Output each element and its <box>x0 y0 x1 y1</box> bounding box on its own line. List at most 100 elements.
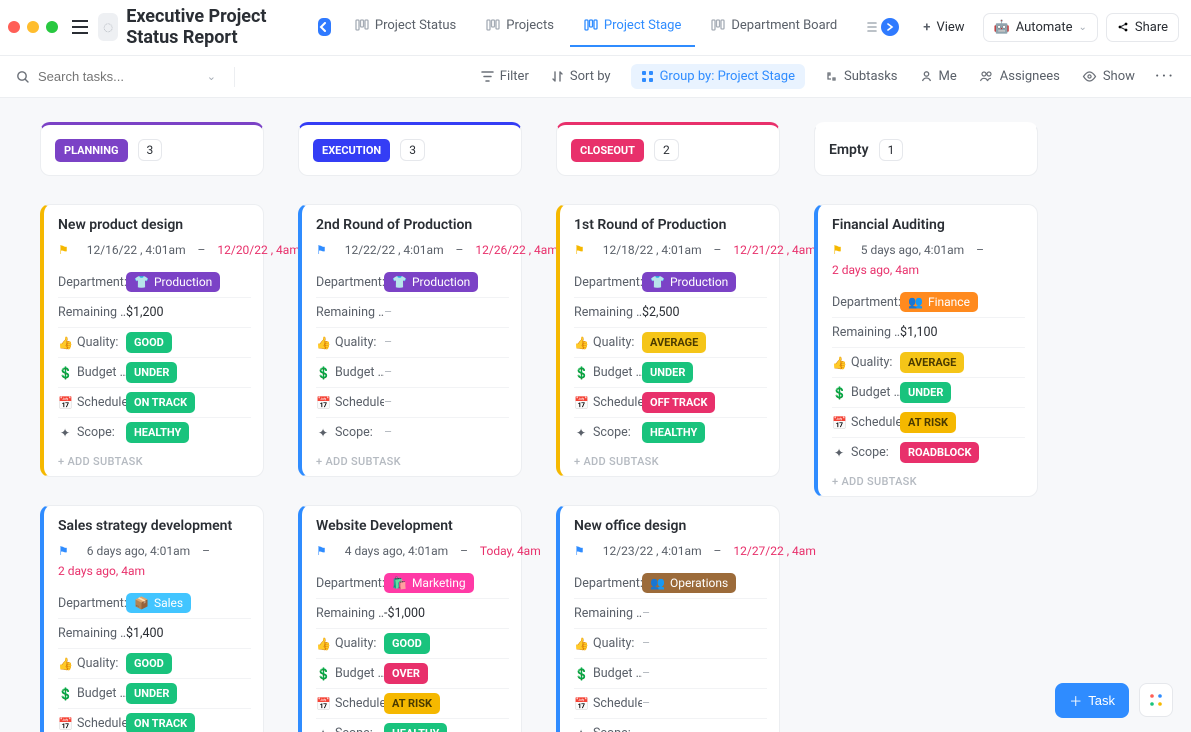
search-input[interactable] <box>38 69 168 84</box>
column-count: 1 <box>879 139 904 161</box>
sort-button[interactable]: Sort by <box>549 65 613 88</box>
window-controls <box>8 21 58 33</box>
field-label: ✦Scope: <box>316 425 384 440</box>
more-icon[interactable]: ··· <box>1155 66 1175 87</box>
task-card[interactable]: Website Development⚑ 4 days ago, 4:01am … <box>298 505 522 732</box>
card-dates: ⚑ 12/16/22 , 4:01am – 12/20/22 , 4am <box>58 243 251 257</box>
add-subtask-button[interactable]: + ADD SUBTASK <box>574 447 767 468</box>
group-by-button[interactable]: Group by: Project Stage <box>631 64 805 89</box>
view-tab-projects[interactable]: Projects <box>472 8 568 47</box>
field-icon: 💲 <box>316 667 330 681</box>
task-card[interactable]: Sales strategy development⚑ 6 days ago, … <box>40 505 264 732</box>
floating-actions: ＋ Task <box>1055 683 1173 718</box>
field-label: 📅Schedule: <box>58 395 126 410</box>
status-badge: UNDER <box>900 382 951 403</box>
field-label: Remaining … <box>574 305 642 320</box>
field-row: ✦Scope:– <box>574 718 767 732</box>
menu-icon[interactable] <box>70 13 90 41</box>
subtask-icon <box>825 70 838 83</box>
dept-emoji-icon: 🛍️ <box>392 576 407 590</box>
field-row: Department:👥Finance <box>832 287 1025 317</box>
status-badge: OVER <box>384 663 428 684</box>
stage-label: Empty <box>829 142 869 158</box>
column-header[interactable]: CLOSEOUT2 <box>556 122 780 176</box>
add-subtask-button[interactable]: + ADD SUBTASK <box>316 447 509 468</box>
start-date: 5 days ago, 4:01am <box>861 243 964 257</box>
search-box[interactable]: ⌄ <box>16 69 216 84</box>
back-badge[interactable] <box>318 18 331 36</box>
task-card[interactable]: 2nd Round of Production⚑ 12/22/22 , 4:01… <box>298 204 522 477</box>
column-header[interactable]: Empty 1 <box>814 122 1038 176</box>
view-tab-department-board[interactable]: Department Board <box>697 8 851 47</box>
dept-emoji-icon: 👕 <box>650 275 665 289</box>
field-row: 👍Quality:GOOD <box>58 648 251 678</box>
field-icon: 👍 <box>316 336 330 350</box>
task-card[interactable]: 1st Round of Production⚑ 12/18/22 , 4:01… <box>556 204 780 477</box>
card-dates: ⚑ 12/23/22 , 4:01am – 12/27/22 , 4am <box>574 544 767 558</box>
field-label: Department: <box>58 275 126 290</box>
show-button[interactable]: Show <box>1080 65 1137 88</box>
field-row: 📅Schedule:OFF TRACK <box>574 387 767 417</box>
field-icon: 💲 <box>574 366 588 380</box>
chevron-down-icon[interactable]: ⌄ <box>207 70 216 83</box>
field-icon: 📅 <box>574 396 588 410</box>
view-tab-project-status[interactable]: Project Status <box>341 8 470 47</box>
add-view-button[interactable]: + View <box>913 14 974 41</box>
filter-button[interactable]: Filter <box>479 65 531 88</box>
field-label: 👍Quality: <box>58 656 126 671</box>
field-label: ✦Scope: <box>574 425 642 440</box>
end-date: Today, 4am <box>480 544 541 558</box>
view-tab-label: Projects <box>506 18 554 33</box>
field-label: Remaining … <box>58 626 126 641</box>
new-task-button[interactable]: ＋ Task <box>1055 683 1129 718</box>
status-badge: AVERAGE <box>642 332 706 353</box>
field-icon: 💲 <box>58 687 72 701</box>
document-title: Executive Project Status Report <box>126 6 310 48</box>
close-window-button[interactable] <box>8 21 20 33</box>
plus-icon: + <box>923 20 930 35</box>
status-badge: UNDER <box>642 362 693 383</box>
automate-button[interactable]: 🤖 Automate ⌄ <box>983 13 1098 42</box>
status-badge: – <box>642 696 650 711</box>
minimize-window-button[interactable] <box>27 21 39 33</box>
start-date: 4 days ago, 4:01am <box>345 544 448 558</box>
maximize-window-button[interactable] <box>46 21 58 33</box>
field-label: 📅Schedule: <box>832 415 900 430</box>
add-subtask-button[interactable]: + ADD SUBTASK <box>58 447 251 468</box>
field-row: Remaining …$1,100 <box>832 317 1025 347</box>
kanban-board: PLANNING3 New product design⚑ 12/16/22 , … <box>0 98 1191 732</box>
field-label: ✦Scope: <box>574 726 642 732</box>
share-icon <box>1117 21 1129 33</box>
field-icon: 💲 <box>574 667 588 681</box>
remaining-value: – <box>384 305 392 320</box>
me-button[interactable]: Me <box>918 65 959 88</box>
department-badge: 👥Operations <box>642 573 736 593</box>
task-card[interactable]: Financial Auditing⚑ 5 days ago, 4:01am –… <box>814 204 1038 497</box>
field-row: ✦Scope:HEALTHY <box>574 417 767 447</box>
share-button[interactable]: Share <box>1106 13 1179 42</box>
view-tab-project-stage[interactable]: Project Stage <box>570 8 695 47</box>
field-row: Department:👕Production <box>574 267 767 297</box>
column-header[interactable]: EXECUTION3 <box>298 122 522 176</box>
field-row: 💲Budget …OVER <box>316 658 509 688</box>
start-date: 12/16/22 , 4:01am <box>87 243 186 257</box>
apps-button[interactable] <box>1139 683 1173 717</box>
field-icon: 📅 <box>316 697 330 711</box>
task-card[interactable]: New office design⚑ 12/23/22 , 4:01am – 1… <box>556 505 780 732</box>
subtasks-button[interactable]: Subtasks <box>823 65 900 88</box>
add-subtask-button[interactable]: + ADD SUBTASK <box>832 467 1025 488</box>
field-label: 💲Budget … <box>574 666 642 681</box>
status-badge: – <box>642 666 650 681</box>
field-label: 💲Budget … <box>316 365 384 380</box>
doc-icon: ◌ <box>98 13 118 41</box>
end-date: 12/26/22 , 4am <box>475 243 557 257</box>
column-header[interactable]: PLANNING3 <box>40 122 264 176</box>
flag-icon: ⚑ <box>58 544 69 558</box>
assignees-button[interactable]: Assignees <box>977 65 1062 88</box>
task-card[interactable]: New product design⚑ 12/16/22 , 4:01am – … <box>40 204 264 477</box>
view-overflow[interactable] <box>859 18 905 36</box>
field-label: ✦Scope: <box>832 445 900 460</box>
status-badge: UNDER <box>126 362 177 383</box>
field-icon: 📅 <box>832 416 846 430</box>
department-badge: 🛍️Marketing <box>384 573 474 593</box>
